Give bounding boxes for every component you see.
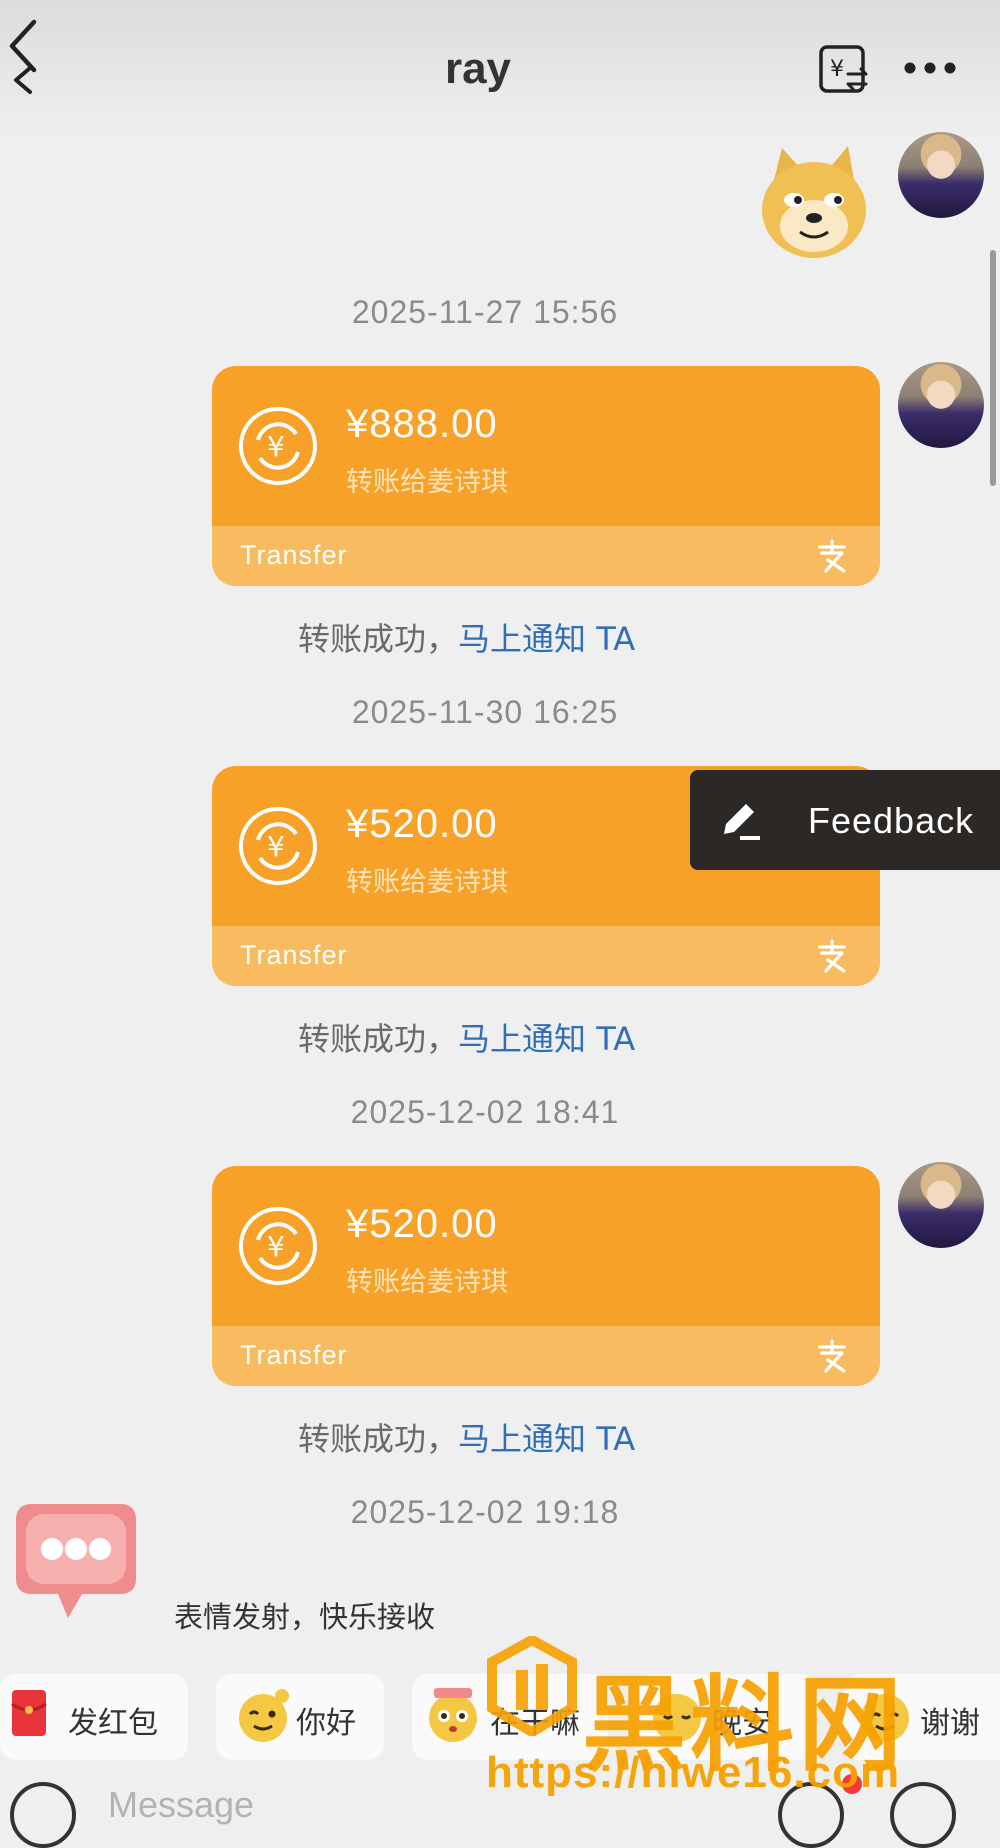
- chip-red-packet[interactable]: 发红包: [0, 1674, 188, 1760]
- svg-text:¥: ¥: [267, 830, 285, 863]
- top-bar: ray ¥: [0, 0, 1000, 140]
- svg-text:¥: ¥: [267, 1230, 285, 1263]
- timestamp: 2025-11-27 15:56: [351, 294, 619, 330]
- transfer-card-footer: Transfer: [212, 1326, 880, 1386]
- notification-dot: [842, 1774, 862, 1794]
- sticker-caption: 表情发射，快乐接收: [174, 1600, 436, 1634]
- transfer-status: 转账成功，马上通知 TA: [298, 614, 635, 660]
- yen-transfer-icon: ¥: [239, 1207, 317, 1285]
- chip-hello[interactable]: 你好: [216, 1674, 384, 1760]
- scrollbar[interactable]: [990, 250, 996, 486]
- voice-icon[interactable]: [10, 1782, 76, 1848]
- notify-link[interactable]: 马上通知 TA: [458, 1420, 635, 1458]
- quick-reply-row: 发红包 你好 在干嘛 晚安 谢谢: [0, 1674, 1000, 1762]
- transfer-card-body: ¥ ¥888.00 转账给姜诗琪: [212, 366, 880, 526]
- alipay-icon: [818, 1339, 846, 1373]
- status-text: 转账成功，: [298, 620, 459, 658]
- transfer-amount: ¥520.00: [346, 802, 498, 846]
- notify-link[interactable]: 马上通知 TA: [458, 620, 635, 658]
- chip-label: 你好: [296, 1706, 356, 1741]
- transfer-amount: ¥520.00: [346, 1202, 498, 1246]
- chip-label: 在干嘛: [490, 1706, 580, 1741]
- timestamp: 2025-12-02 19:18: [350, 1494, 620, 1530]
- transfer-card[interactable]: ¥ ¥888.00 转账给姜诗琪 Transfer: [212, 366, 880, 586]
- transfer-label: Transfer: [240, 940, 348, 970]
- timestamp: 2025-12-02 18:41: [350, 1094, 620, 1130]
- transfer-card-footer: Transfer: [212, 926, 880, 986]
- transfer-recipient: 转账给姜诗琪: [346, 1267, 508, 1298]
- avatar[interactable]: [898, 132, 984, 218]
- yen-transfer-icon: ¥: [239, 407, 317, 485]
- transfer-card[interactable]: ¥ ¥520.00 转账给姜诗琪 Transfer: [212, 1166, 880, 1386]
- chip-label: 晚安: [712, 1706, 772, 1741]
- chip-label: 发红包: [68, 1706, 158, 1741]
- transfer-amount: ¥888.00: [346, 402, 498, 446]
- transfer-status: 转账成功，马上通知 TA: [298, 1414, 635, 1460]
- transfer-label: Transfer: [240, 540, 348, 570]
- currency-exchange-icon[interactable]: ¥: [818, 44, 872, 96]
- transfer-status: 转账成功，马上通知 TA: [298, 1014, 635, 1060]
- wink-face-icon: [239, 1689, 289, 1742]
- feedback-button[interactable]: Feedback: [690, 770, 1000, 870]
- svg-text:¥: ¥: [267, 430, 285, 463]
- red-packet-icon: [11, 1690, 47, 1736]
- chip-what-doing[interactable]: 在干嘛: [412, 1674, 608, 1760]
- transfer-card-body: ¥ ¥520.00 转账给姜诗琪: [212, 1166, 880, 1326]
- more-dots-icon[interactable]: [900, 48, 960, 88]
- yen-transfer-icon: ¥: [239, 807, 317, 885]
- chip-good-night[interactable]: 晚安: [636, 1674, 816, 1760]
- transfer-label: Transfer: [240, 1340, 348, 1370]
- avatar[interactable]: [898, 362, 984, 448]
- alipay-icon: [818, 939, 846, 973]
- curious-face-icon: [429, 1688, 477, 1742]
- message-input[interactable]: [106, 1774, 750, 1836]
- transfer-recipient: 转账给姜诗琪: [346, 867, 508, 898]
- emoji-icon[interactable]: [778, 1782, 844, 1848]
- transfer-card-footer: Transfer: [212, 526, 880, 586]
- feedback-label: Feedback: [808, 800, 975, 841]
- avatar[interactable]: [898, 1162, 984, 1248]
- doge-sticker[interactable]: [758, 140, 870, 262]
- edit-pencil-icon: [724, 804, 760, 840]
- chip-thanks[interactable]: 谢谢: [844, 1674, 1000, 1760]
- typing-bubble-sticker[interactable]: [12, 1500, 140, 1624]
- svg-text:¥: ¥: [830, 57, 844, 82]
- sleep-face-icon: [653, 1694, 701, 1742]
- transfer-recipient: 转账给姜诗琪: [346, 467, 508, 498]
- notify-link[interactable]: 马上通知 TA: [458, 1020, 635, 1058]
- thanks-face-icon: [861, 1694, 909, 1742]
- chip-label: 谢谢: [920, 1706, 980, 1741]
- timestamp: 2025-11-30 16:25: [351, 694, 619, 730]
- status-text: 转账成功，: [298, 1020, 459, 1058]
- alipay-icon: [818, 539, 846, 573]
- status-text: 转账成功，: [298, 1420, 459, 1458]
- plus-icon[interactable]: [890, 1782, 956, 1848]
- chat-title: ray: [444, 44, 512, 93]
